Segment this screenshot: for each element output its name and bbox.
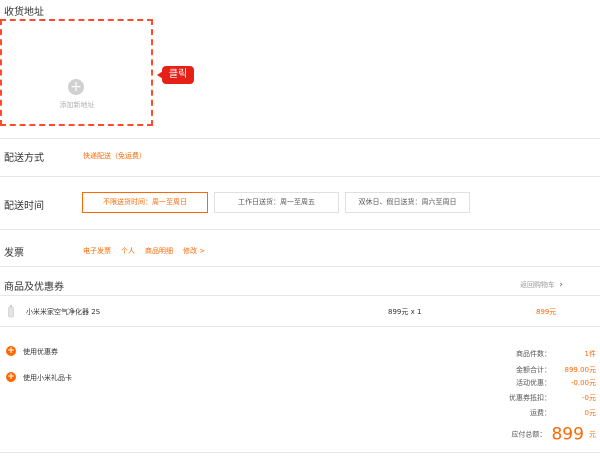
back-to-cart-link[interactable]: 返回购物车 › <box>520 280 563 290</box>
add-address-label: 添加新地址 <box>59 101 95 109</box>
summary-total-label: 应付总额： <box>511 430 547 439</box>
divider <box>0 176 600 177</box>
summary-label-coupon: 优惠券抵扣： <box>509 394 551 402</box>
delivery-method-value: 快递配送（免运费） <box>83 152 146 160</box>
delivery-time-option-any[interactable]: 不限送货时间：周一至周日 <box>82 192 208 213</box>
invoice-edit-link[interactable]: 修改 > <box>183 246 205 256</box>
summary-value-promo: -0.00元 <box>570 379 596 387</box>
chevron-right-icon: › <box>559 280 563 290</box>
divider <box>0 295 600 296</box>
summary-total-unit: 元 <box>589 430 596 439</box>
divider <box>0 229 600 230</box>
table-row: 小米米家空气净化器 2S 899元 x 1 899元 <box>0 299 600 323</box>
summary-value-coupon: -0元 <box>582 394 596 402</box>
summary-label-count: 商品件数： <box>516 350 551 358</box>
product-total: 899元 <box>536 308 557 316</box>
summary-value-count: 1件 <box>584 350 596 358</box>
product-price-qty: 899元 x 1 <box>388 308 422 316</box>
plus-circle-icon: + <box>6 372 16 382</box>
delivery-time-option-weekday[interactable]: 工作日送货：周一至周五 <box>214 192 339 213</box>
invoice-content: 商品明细 <box>145 247 173 255</box>
back-to-cart-label: 返回购物车 <box>520 281 555 289</box>
use-gift-card-label: 使用小米礼品卡 <box>23 374 72 382</box>
divider <box>0 452 600 453</box>
divider <box>0 326 600 327</box>
divider <box>0 266 600 267</box>
address-section-title: 收货地址 <box>4 7 44 18</box>
summary-label-promo: 活动优惠： <box>516 379 551 387</box>
summary-label-amount: 金额合计： <box>516 366 551 374</box>
delivery-time-option-weekend[interactable]: 双休日、假日送货：周六至周日 <box>345 192 470 213</box>
delivery-time-section-title: 配送时间 <box>4 201 44 212</box>
summary-value-shipping: 0元 <box>584 409 596 417</box>
plus-icon: + <box>68 79 84 95</box>
use-coupon-label: 使用优惠券 <box>23 348 58 356</box>
invoice-type: 电子发票 <box>83 247 111 255</box>
summary-value-amount: 899.00元 <box>564 366 597 374</box>
delivery-section-title: 配送方式 <box>4 153 44 164</box>
add-address-card[interactable]: + 添加新地址 <box>0 19 153 126</box>
product-thumbnail-icon <box>8 305 14 318</box>
click-hint-tag: 클릭 <box>157 66 194 84</box>
invoice-holder: 个人 <box>121 247 135 255</box>
summary-total-amount: 899 <box>551 424 584 445</box>
divider <box>0 138 600 139</box>
summary-label-shipping: 运费： <box>530 409 551 417</box>
plus-circle-icon: + <box>6 346 16 356</box>
product-name: 小米米家空气净化器 2S <box>26 308 101 316</box>
summary-total: 应付总额： 899 元 <box>480 424 596 445</box>
goods-section-title: 商品及优惠券 <box>4 282 64 293</box>
invoice-section-title: 发票 <box>4 248 24 259</box>
